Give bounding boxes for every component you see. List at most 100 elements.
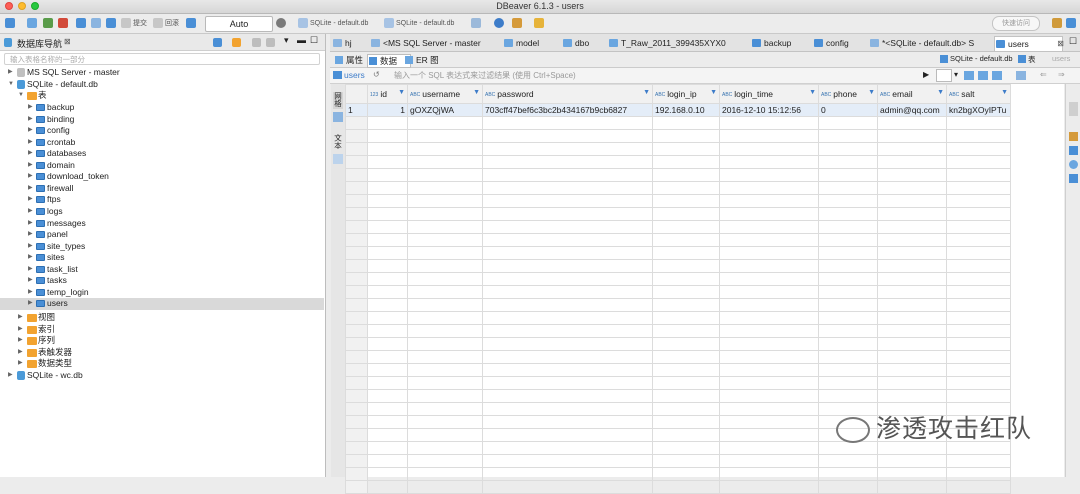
sql-editor-icon[interactable] (494, 18, 504, 28)
cell-phone[interactable]: 0 (818, 103, 878, 117)
tab-grid-view[interactable]: 网格 (333, 92, 343, 109)
navigator-filter-input[interactable]: 输入表格名称的一部分 (4, 53, 320, 65)
commit-icon[interactable] (121, 18, 131, 28)
tab-hj[interactable]: hj (332, 36, 371, 50)
expand-arrow-icon[interactable]: ▶ (18, 312, 23, 324)
breadcrumb-table[interactable]: users (1052, 54, 1070, 63)
transaction-mode-icon[interactable] (186, 18, 196, 28)
filter-dropdown-icon[interactable]: ▾ (954, 70, 958, 79)
expand-arrow-icon[interactable]: ▶ (28, 137, 33, 149)
maximize-icon[interactable]: ☐ (310, 35, 318, 46)
disconnect-icon[interactable] (58, 18, 68, 28)
tab-t-raw[interactable]: T_Raw_2011_399435XYX0 (608, 36, 751, 50)
column-filter-icon[interactable]: ▼ (1001, 89, 1008, 96)
tree-item-folder[interactable]: ▶ 表触发器 (0, 347, 324, 359)
cell-login-time[interactable]: 2016-12-10 15:12:56 (719, 103, 819, 117)
expand-arrow-icon[interactable]: ▶ (28, 160, 33, 172)
view-menu-icon[interactable]: ▾ (284, 35, 289, 46)
lock-icon[interactable] (106, 18, 116, 28)
expand-arrow-icon[interactable]: ▶ (28, 275, 33, 287)
tools-icon[interactable] (512, 18, 522, 28)
cell-id[interactable]: 1 (367, 103, 408, 117)
column-filter-icon[interactable]: ▼ (643, 89, 650, 96)
tab-users[interactable]: users ⊠ (994, 36, 1064, 51)
refresh-filter-icon[interactable]: ↺ (373, 70, 380, 79)
commit-button[interactable]: 提交 (133, 17, 147, 30)
expand-arrow-icon[interactable]: ▶ (8, 67, 13, 79)
new-folder-icon[interactable] (232, 38, 241, 47)
expand-arrow-icon[interactable]: ▶ (28, 183, 33, 195)
isolation-icon[interactable] (91, 18, 101, 28)
maximize-icon[interactable]: ☐ (1069, 36, 1077, 47)
close-tab-icon[interactable]: ⊠ (1057, 37, 1064, 51)
column-filter-icon[interactable]: ▼ (398, 89, 405, 96)
column-filter-icon[interactable]: ▼ (473, 89, 480, 96)
expand-arrow-icon[interactable]: ▶ (28, 298, 33, 310)
cell-password[interactable]: 703cff47bef6c3bc2b434167b9cb6827 (482, 103, 653, 117)
tree-item-connection[interactable]: ▶ SQLite - wc.db (0, 370, 324, 382)
tree-item-table[interactable]: ▶ download_token (0, 171, 324, 183)
tree-item-table[interactable]: ▶ task_list (0, 264, 324, 276)
active-database-select[interactable]: SQLite - default.db (396, 17, 454, 30)
tree-item-table[interactable]: ▶ site_types (0, 241, 324, 253)
value-view-icon[interactable] (1069, 132, 1078, 141)
tree-item-connection[interactable]: ▶ MS SQL Server - master (0, 67, 324, 79)
column-header-id[interactable]: 123 id ▼ (367, 84, 408, 104)
refresh-icon[interactable] (471, 18, 481, 28)
tree-item-table[interactable]: ▶ panel (0, 229, 324, 241)
tree-item-table[interactable]: ▶ sites (0, 252, 324, 264)
tree-item-table[interactable]: ▶ firewall (0, 183, 324, 195)
panel-toggle-icon[interactable] (1069, 102, 1078, 116)
tree-item-folder[interactable]: ▶ 索引 (0, 324, 324, 336)
expand-arrow-icon[interactable]: ▶ (18, 358, 23, 370)
column-header-phone[interactable]: ABC phone ▼ (818, 84, 878, 104)
active-connection-select[interactable]: SQLite - default.db (310, 17, 368, 30)
column-header-username[interactable]: ABC username ▼ (407, 84, 483, 104)
column-header-login-ip[interactable]: ABC login_ip ▼ (652, 84, 720, 104)
quick-access-input[interactable]: 快速访问 (992, 16, 1040, 31)
navigate-back-icon[interactable]: ⇐ (1040, 70, 1047, 79)
expand-arrow-icon[interactable]: ▶ (28, 102, 33, 114)
column-filter-icon[interactable]: ▼ (710, 89, 717, 96)
expand-arrow-icon[interactable]: ▶ (18, 324, 23, 336)
expand-arrow-icon[interactable]: ▶ (28, 287, 33, 299)
expand-arrow-icon[interactable]: ▶ (28, 229, 33, 241)
collapse-arrow-icon[interactable]: ▼ (8, 79, 14, 91)
column-filter-icon[interactable]: ▼ (937, 89, 944, 96)
clear-filter-icon[interactable] (992, 71, 1002, 80)
collapse-arrow-icon[interactable]: ▼ (18, 90, 24, 102)
expand-arrow-icon[interactable]: ▶ (28, 125, 33, 137)
tree-item-table[interactable]: ▶ binding (0, 114, 324, 126)
expand-arrow-icon[interactable]: ▶ (28, 264, 33, 276)
expand-arrow-icon[interactable]: ▶ (28, 218, 33, 230)
table-row[interactable]: 1 1 gOXZQjWA 703cff47bef6c3bc2b434167b9cb68… (345, 103, 1011, 117)
tree-item-folder[interactable]: ▶ 数据类型 (0, 358, 324, 370)
database-perspective-icon[interactable] (1066, 18, 1076, 28)
breadcrumb-type[interactable]: 表 (1028, 54, 1036, 65)
tree-item-table[interactable]: ▶ backup (0, 102, 324, 114)
tree-item-folder[interactable]: ▶ 序列 (0, 335, 324, 347)
rollback-icon[interactable] (153, 18, 163, 28)
reconnect-icon[interactable] (43, 18, 53, 28)
column-header-login-time[interactable]: ABC login_time ▼ (719, 84, 819, 104)
cell-email[interactable]: admin@qq.com (877, 103, 947, 117)
cell-salt[interactable]: kn2bgXOyIPTu (946, 103, 1011, 117)
close-icon[interactable]: ⊠ (64, 37, 71, 46)
tab-dbo[interactable]: dbo (562, 36, 605, 50)
minimize-icon[interactable]: ▬ (297, 35, 306, 45)
breadcrumb-connection[interactable]: SQLite - default.db (950, 54, 1013, 63)
grouping-icon[interactable] (1069, 174, 1078, 183)
tree-item-table[interactable]: ▶ tasks (0, 275, 324, 287)
filter-history-icon[interactable] (936, 69, 952, 82)
expand-arrow-icon[interactable]: ▶ (18, 335, 23, 347)
new-connection-icon[interactable] (5, 18, 15, 28)
expand-arrow-icon[interactable]: ▶ (28, 241, 33, 253)
collapse-all-icon[interactable] (252, 38, 261, 47)
tab-text-view[interactable]: 文本 (333, 134, 343, 151)
tab-backup[interactable]: backup (751, 36, 812, 50)
expand-arrow-icon[interactable]: ▶ (28, 171, 33, 183)
apply-filter-icon[interactable]: ▶ (923, 70, 929, 79)
tree-item-connection[interactable]: ▼ SQLite - default.db (0, 79, 324, 91)
expand-arrow-icon[interactable]: ▶ (28, 114, 33, 126)
connect-icon[interactable] (27, 18, 37, 28)
